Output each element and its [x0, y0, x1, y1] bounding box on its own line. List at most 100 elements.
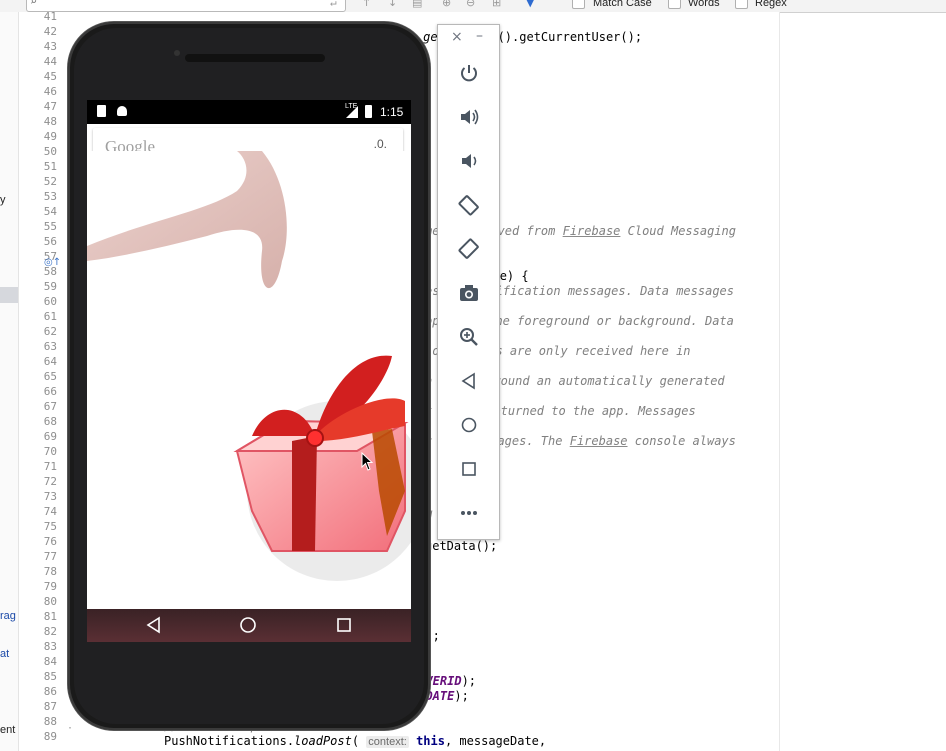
back-button[interactable] [438, 366, 499, 396]
match-case-checkbox[interactable] [572, 0, 585, 9]
overview-icon [461, 462, 476, 476]
panel-text[interactable]: rag [0, 610, 16, 622]
android-debug-icon [117, 106, 127, 116]
previous-occurrence-icon[interactable]: ↑ [362, 0, 371, 9]
ribbon-tail [87, 151, 287, 289]
parameter-hint: context: [366, 736, 409, 748]
mouse-cursor-icon [361, 452, 374, 471]
add-occurrence-icon[interactable]: ⊕ [442, 0, 451, 9]
more-icon [460, 511, 477, 515]
line-number: 42 [43, 25, 57, 38]
remove-occurrence-icon[interactable]: ⊖ [466, 0, 475, 9]
code-line-89: PushNotifications.loadPost( context: thi… [164, 734, 547, 748]
filter-icon[interactable]: ▼ [526, 0, 534, 9]
regex-checkbox[interactable] [735, 0, 748, 9]
regex-label[interactable]: Regex [755, 0, 787, 10]
panel-text[interactable]: at [0, 648, 9, 660]
screenshot-button[interactable] [438, 278, 499, 308]
enter-icon[interactable]: ↵ [330, 0, 337, 9]
rotate-left-button[interactable] [438, 190, 499, 220]
home-screen[interactable]: Google .0. [87, 124, 411, 609]
zoom-button[interactable] [438, 322, 499, 352]
line-number: 46 [43, 85, 57, 98]
volume-up-button[interactable] [438, 102, 499, 132]
zoom-icon [459, 328, 478, 346]
line-number: 67 [43, 400, 57, 413]
match-case-label[interactable]: Match Case [593, 0, 652, 10]
selected-row [0, 287, 18, 303]
emulator-screen[interactable]: LTE 1:15 Google .0. [87, 100, 411, 642]
google-bar-right-text: .0. [373, 137, 387, 151]
status-bar: LTE 1:15 [87, 100, 411, 124]
line-number: 54 [43, 205, 57, 218]
camera-icon [459, 285, 478, 301]
volume-up-icon [460, 109, 478, 125]
line-number: 59 [43, 280, 57, 293]
nav-back-icon[interactable] [145, 616, 163, 634]
line-number: 79 [43, 580, 57, 593]
line-number: 75 [43, 520, 57, 533]
panel-text[interactable]: ent [0, 724, 15, 736]
search-input[interactable] [26, 0, 346, 12]
line-number: 68 [43, 415, 57, 428]
volume-down-button[interactable] [438, 146, 499, 176]
next-occurrence-icon[interactable]: ↓ [388, 0, 397, 9]
line-number: 80 [43, 595, 57, 608]
line-number: 89 [43, 730, 57, 743]
line-number: 86 [43, 685, 57, 698]
nav-overview-icon[interactable] [335, 616, 353, 634]
line-number: 60 [43, 295, 57, 308]
line-number: 53 [43, 190, 57, 203]
line-number: 56 [43, 235, 57, 248]
line-number: 70 [43, 445, 57, 458]
find-all-icon[interactable]: ▤ [412, 0, 422, 9]
line-number: 45 [43, 70, 57, 83]
gift-animation[interactable] [87, 151, 411, 609]
project-panel: y rag at ent [0, 12, 19, 751]
words-checkbox[interactable] [668, 0, 681, 9]
emulator-controls-panel: × – [437, 24, 500, 540]
more-button[interactable] [438, 498, 499, 528]
nav-home-icon[interactable] [239, 616, 257, 634]
back-icon [461, 372, 475, 390]
line-number: 88 [43, 715, 57, 728]
line-number: 72 [43, 475, 57, 488]
code-line-76: getData(); [425, 539, 498, 553]
home-icon [461, 417, 476, 433]
line-number: 66 [43, 385, 57, 398]
line-number: 48 [43, 115, 57, 128]
battery-icon [365, 105, 372, 118]
close-icon[interactable]: × [451, 29, 463, 45]
rotate-right-button[interactable] [438, 234, 499, 264]
line-number: 76 [43, 535, 57, 548]
line-number: 43 [43, 40, 57, 53]
status-time: 1:15 [380, 105, 404, 119]
line-number: 62 [43, 325, 57, 338]
right-margin-guide [779, 12, 780, 751]
line-number: 50 [43, 145, 57, 158]
override-method-icon[interactable]: ◎↑ [44, 257, 61, 268]
panel-text[interactable]: y [0, 194, 6, 206]
speaker-grille [185, 54, 325, 62]
rotate-left-icon [458, 195, 479, 216]
code-line-42: Auth.ge().getCurrentUser(); [387, 30, 643, 44]
line-number: 84 [43, 655, 57, 668]
words-label[interactable]: Words [688, 0, 720, 10]
gift-knot [306, 429, 324, 447]
sd-card-icon [97, 105, 106, 117]
minimize-icon[interactable]: – [476, 28, 483, 44]
select-all-icon[interactable]: ⊞ [492, 0, 501, 9]
line-number: 55 [43, 220, 57, 233]
line-number: 64 [43, 355, 57, 368]
line-number: 77 [43, 550, 57, 563]
rotate-right-icon [458, 238, 479, 259]
overview-button[interactable] [438, 454, 499, 484]
navigation-bar [87, 609, 411, 642]
power-icon [460, 65, 477, 82]
line-number: 61 [43, 310, 57, 323]
line-number: 82 [43, 625, 57, 638]
home-button[interactable] [438, 410, 499, 440]
line-number: 63 [43, 340, 57, 353]
search-icon[interactable]: ⌕ [30, 0, 37, 8]
power-button[interactable] [438, 58, 499, 88]
